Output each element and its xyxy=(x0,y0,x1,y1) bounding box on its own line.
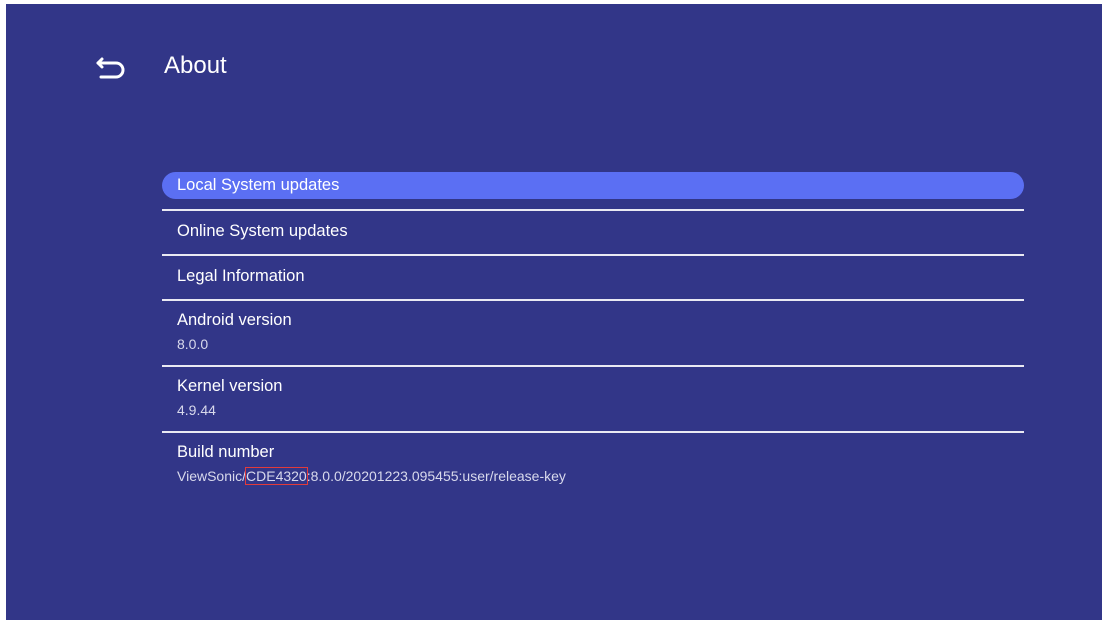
kernel-version-label: Kernel version xyxy=(177,377,283,395)
kernel-version-value: 4.9.44 xyxy=(177,402,216,418)
android-version-label: Android version xyxy=(177,311,292,329)
menu-item-local-system-updates[interactable]: Local System updates xyxy=(162,172,1024,199)
build-model-highlight: CDE4320 xyxy=(245,467,308,485)
page-title: About xyxy=(164,52,227,79)
menu-item-label: Online System updates xyxy=(177,222,348,240)
build-number-label: Build number xyxy=(177,443,275,461)
build-number-value: ViewSonic/CDE4320:8.0.0/20201223.095455:… xyxy=(177,467,1024,485)
back-arrow-icon xyxy=(96,57,125,79)
menu-item-label: Local System updates xyxy=(177,176,340,194)
android-version-value: 8.0.0 xyxy=(177,336,209,352)
menu-item-label: Legal Information xyxy=(177,267,305,285)
back-button[interactable] xyxy=(90,52,130,86)
menu-item-online-system-updates[interactable]: Online System updates xyxy=(162,211,1024,254)
build-prefix: ViewSonic/ xyxy=(177,468,247,484)
about-menu: Local System updates Online System updat… xyxy=(162,172,1024,497)
about-screen: About Local System updates Online System… xyxy=(6,4,1102,620)
menu-item-android-version[interactable]: Android version 8.0.0 xyxy=(162,301,1024,365)
menu-item-build-number[interactable]: Build number ViewSonic/CDE4320:8.0.0/202… xyxy=(162,433,1024,497)
menu-item-kernel-version[interactable]: Kernel version 4.9.44 xyxy=(162,367,1024,431)
menu-item-legal-information[interactable]: Legal Information xyxy=(162,256,1024,299)
build-suffix: :8.0.0/20201223.095455:user/release-key xyxy=(306,468,566,484)
